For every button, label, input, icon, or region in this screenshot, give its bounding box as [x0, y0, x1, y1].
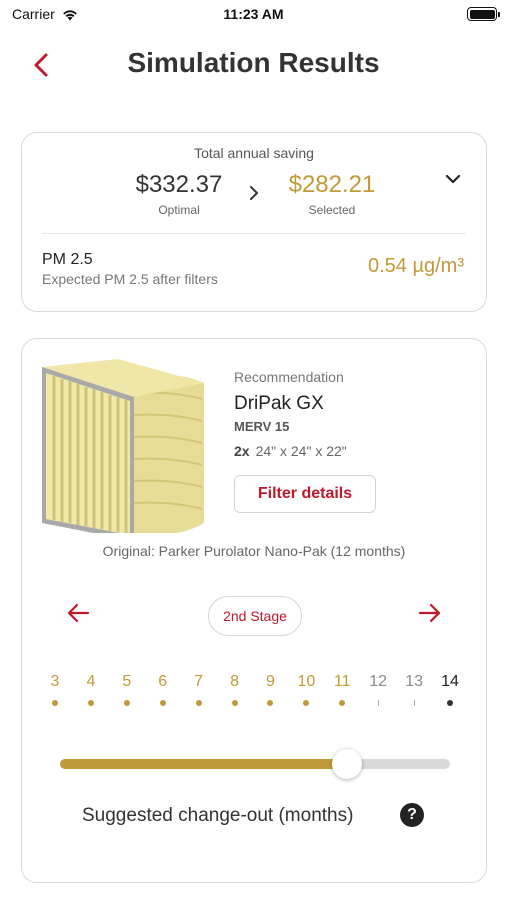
- month-tick[interactable]: 14: [435, 673, 465, 706]
- status-bar: Carrier 11:23 AM: [0, 0, 507, 30]
- month-tick-label: 12: [369, 673, 388, 690]
- optimal-saving-value: $332.37: [135, 171, 223, 198]
- month-tick-dot: [159, 700, 166, 706]
- month-tick[interactable]: 3: [40, 673, 70, 706]
- merv-rating: MERV 15: [234, 419, 290, 434]
- month-ticks: 3 4 5 6 7 8 9 10 11 12 13 14: [22, 673, 486, 713]
- changeout-slider[interactable]: [60, 749, 450, 779]
- month-tick-dot: [377, 700, 379, 706]
- optimal-saving-label: Optimal: [158, 203, 200, 217]
- selected-saving-value: $282.21: [288, 171, 376, 198]
- status-time: 11:23 AM: [223, 6, 284, 22]
- month-tick-label: 8: [230, 673, 239, 690]
- slider-fill: [60, 759, 347, 769]
- filter-quantity: 2x: [234, 443, 250, 459]
- month-tick[interactable]: 10: [291, 673, 321, 706]
- month-tick-dot: [123, 700, 130, 706]
- original-filter-text: Original: Parker Purolator Nano-Pak (12 …: [102, 543, 406, 559]
- selected-saving-label: Selected: [308, 203, 356, 217]
- pm-value: 0.54 µg/m³: [367, 255, 464, 277]
- month-tick-label: 5: [122, 673, 132, 690]
- pm-label: PM 2.5: [42, 251, 93, 268]
- month-tick[interactable]: 13: [399, 673, 429, 706]
- month-tick-label: 6: [158, 673, 168, 690]
- arrow-left-icon[interactable]: [66, 603, 90, 623]
- month-tick-dot: [267, 700, 274, 706]
- recommendation-card: Recommendation DriPak GX MERV 15 2x 24" x…: [21, 338, 487, 883]
- stage-selector[interactable]: 2nd Stage: [208, 596, 302, 636]
- arrow-right-icon[interactable]: [418, 603, 442, 623]
- selected-saving: $282.21 Selected: [267, 171, 397, 217]
- help-icon[interactable]: ?: [400, 803, 424, 827]
- month-tick[interactable]: 6: [148, 673, 178, 706]
- month-tick-dot: [447, 700, 453, 706]
- filter-size: 24" x 24" x 22": [255, 443, 347, 459]
- divider: [42, 233, 466, 234]
- chevron-right-icon: [250, 186, 258, 200]
- month-tick-label: 3: [50, 673, 60, 690]
- optimal-saving: $332.37 Optimal: [114, 171, 244, 217]
- month-tick-label: 7: [194, 673, 204, 690]
- month-tick-dot: [87, 700, 94, 706]
- month-tick-dot: [231, 700, 238, 706]
- month-tick-dot: [195, 700, 202, 706]
- month-tick[interactable]: 7: [184, 673, 214, 706]
- savings-title: Total annual saving: [194, 145, 314, 161]
- changeout-label: Suggested change-out (months): [82, 805, 354, 826]
- month-tick-dot: [339, 700, 346, 706]
- month-tick[interactable]: 8: [220, 673, 250, 706]
- month-tick-label: 4: [86, 673, 96, 690]
- filter-product-image: [42, 359, 204, 533]
- filter-size-row: 2x 24" x 24" x 22": [234, 443, 347, 459]
- month-tick-dot: [413, 700, 415, 706]
- nav-header: Simulation Results: [0, 40, 507, 90]
- product-name: DriPak GX: [234, 393, 324, 414]
- month-tick-label: 13: [405, 673, 423, 690]
- month-tick[interactable]: 9: [255, 673, 285, 706]
- month-tick-dot: [303, 700, 310, 706]
- month-tick[interactable]: 4: [76, 673, 106, 706]
- chevron-down-icon[interactable]: [444, 173, 462, 185]
- month-tick-label: 11: [333, 673, 351, 690]
- filter-details-button[interactable]: Filter details: [234, 475, 376, 513]
- month-tick[interactable]: 12: [363, 673, 393, 706]
- month-tick-label: 9: [266, 673, 275, 690]
- slider-thumb[interactable]: [332, 749, 362, 779]
- month-tick-label: 10: [297, 673, 316, 690]
- pm-sublabel: Expected PM 2.5 after filters: [42, 271, 218, 287]
- page-title: Simulation Results: [127, 47, 380, 78]
- recommendation-label: Recommendation: [234, 369, 344, 385]
- month-tick[interactable]: 5: [112, 673, 142, 706]
- month-tick[interactable]: 11: [327, 673, 357, 706]
- month-tick-label: 14: [441, 673, 459, 690]
- month-tick-dot: [52, 700, 58, 706]
- battery-icon: [467, 7, 500, 21]
- savings-card: Total annual saving $332.37 Optimal $282…: [21, 132, 487, 312]
